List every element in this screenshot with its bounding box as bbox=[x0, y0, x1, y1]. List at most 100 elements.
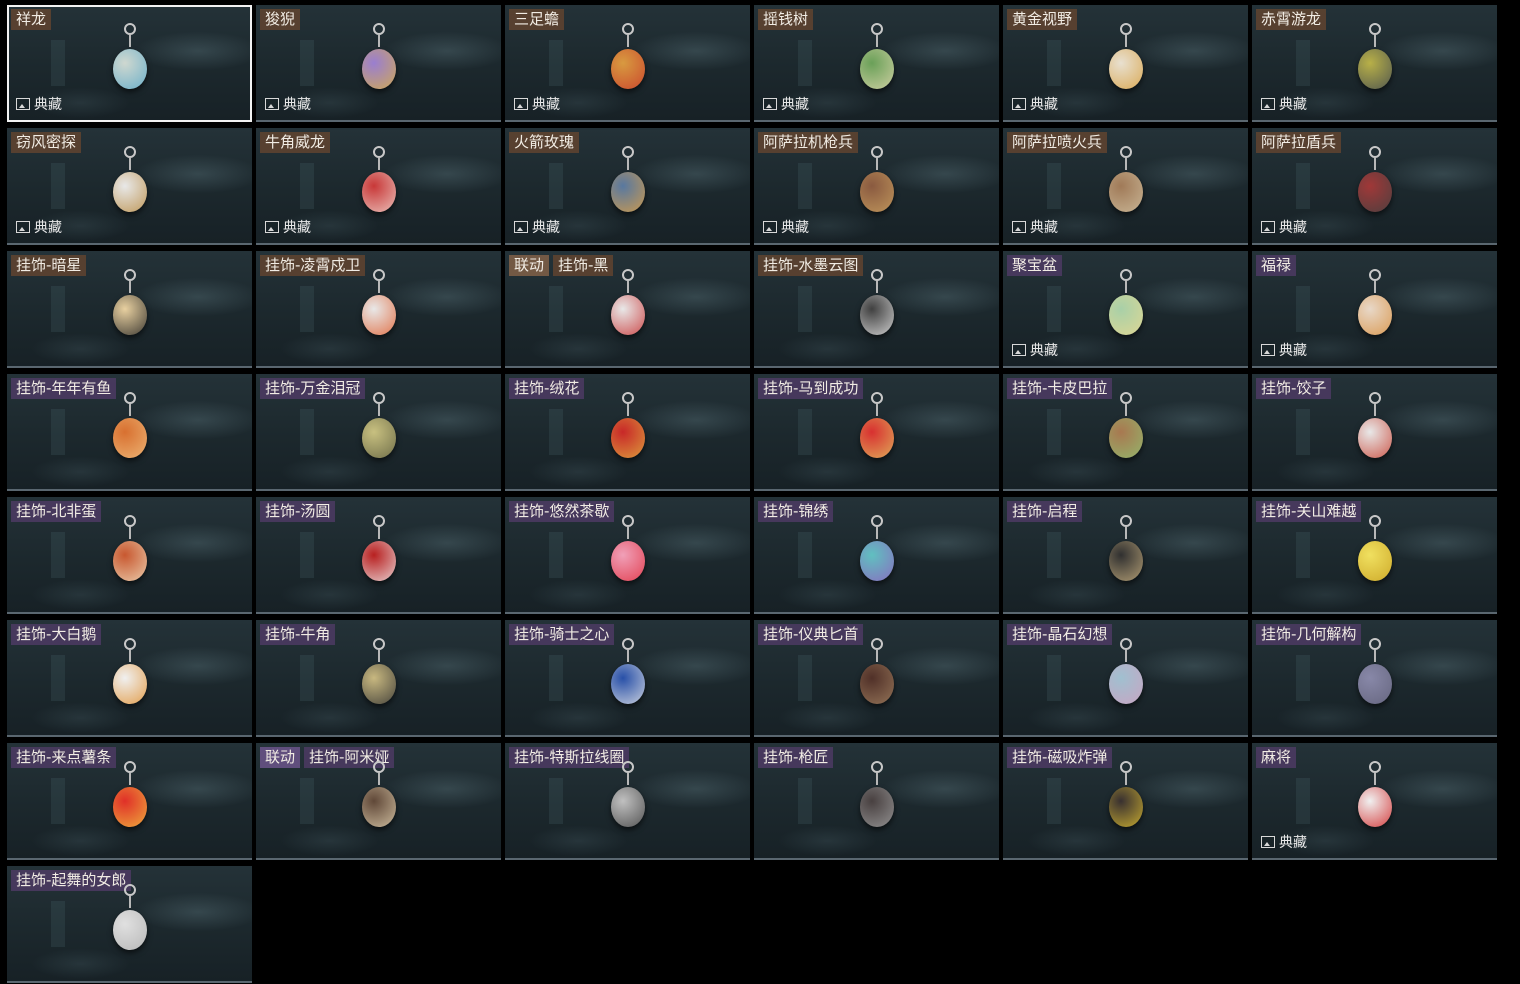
ornament-charm-image bbox=[847, 269, 907, 359]
ornament-charm-image bbox=[598, 392, 658, 482]
ornament-card[interactable]: 挂饰-晶石幻想 bbox=[1003, 620, 1248, 737]
background-decor bbox=[300, 285, 315, 332]
ornament-card[interactable]: 挂饰-北非蛋 bbox=[7, 497, 252, 614]
ornament-card[interactable]: 挂饰-水墨云图 bbox=[754, 251, 999, 368]
image-icon bbox=[265, 98, 279, 110]
ornament-name-row: 挂饰-牛角 bbox=[260, 624, 336, 645]
ornament-name: 挂饰-锦绣 bbox=[758, 501, 834, 522]
background-decor bbox=[549, 654, 564, 701]
ornament-card[interactable]: 窃风密探 典藏 bbox=[7, 128, 252, 245]
ornament-card[interactable]: 挂饰-凌霄戍卫 bbox=[256, 251, 501, 368]
ornament-name-row: 挂饰-汤圆 bbox=[260, 501, 336, 522]
ornament-card[interactable]: 挂饰-仪典匕首 bbox=[754, 620, 999, 737]
background-decor bbox=[300, 408, 315, 455]
ornament-charm-image bbox=[598, 515, 658, 605]
ornament-card[interactable]: 挂饰-悠然茶歇 bbox=[505, 497, 750, 614]
ornament-card[interactable]: 麻将 典藏 bbox=[1252, 743, 1497, 860]
ornament-card[interactable]: 三足蟾 典藏 bbox=[505, 5, 750, 122]
ornament-card[interactable]: 挂饰-关山难越 bbox=[1252, 497, 1497, 614]
ornament-card[interactable]: 狻猊典藏 bbox=[256, 5, 501, 122]
ornament-grid: 祥龙 典藏 狻猊 典藏 三足蟾 典藏 摇钱树 典藏 黄金视野 典藏 赤霄游龙 典藏 窃风密探 典藏 牛角威龙… bbox=[7, 5, 1500, 983]
ornament-card[interactable]: 联动 挂饰-黑 bbox=[505, 251, 750, 368]
ornament-card[interactable]: 挂饰-暗星 bbox=[7, 251, 252, 368]
collection-label: 典藏 bbox=[1279, 835, 1307, 851]
ornament-name: 祥龙 bbox=[11, 9, 52, 30]
ornament-card[interactable]: 挂饰-来点薯条 bbox=[7, 743, 252, 860]
background-decor bbox=[798, 408, 813, 455]
ornament-card[interactable]: 挂饰-绒花 bbox=[505, 374, 750, 491]
background-decor bbox=[798, 777, 813, 824]
collection-label: 典藏 bbox=[1030, 97, 1058, 113]
ring-icon bbox=[870, 23, 883, 35]
ornament-card[interactable]: 赤霄游龙 典藏 bbox=[1252, 5, 1497, 122]
ornament-card[interactable]: 聚宝盆 典藏 bbox=[1003, 251, 1248, 368]
collection-badge: 典藏 bbox=[1261, 217, 1307, 237]
ornament-charm-image bbox=[1345, 515, 1405, 605]
ornament-name-row: 狻猊 bbox=[260, 9, 301, 30]
ornament-card[interactable]: 挂饰-几何解构 bbox=[1252, 620, 1497, 737]
background-decor bbox=[300, 777, 315, 824]
ornament-card[interactable]: 挂饰-马到成功 bbox=[754, 374, 999, 491]
ornament-card[interactable]: 挂饰-卡皮巴拉 bbox=[1003, 374, 1248, 491]
background-decor bbox=[51, 285, 66, 332]
background-decor bbox=[1047, 408, 1062, 455]
charm-body bbox=[610, 49, 645, 89]
image-icon bbox=[514, 221, 528, 233]
ornament-card[interactable]: 阿萨拉盾兵典藏 bbox=[1252, 128, 1497, 245]
ornament-name-row: 挂饰-饺子 bbox=[1256, 378, 1332, 399]
ornament-card[interactable]: 摇钱树 典藏 bbox=[754, 5, 999, 122]
ornament-card[interactable]: 阿萨拉喷火兵 典藏 bbox=[1003, 128, 1248, 245]
ornament-card[interactable]: 祥龙 典藏 bbox=[7, 5, 252, 122]
charm-body bbox=[859, 787, 894, 827]
chain bbox=[1373, 650, 1376, 662]
background-decor bbox=[549, 777, 564, 824]
ring-icon bbox=[123, 515, 136, 527]
image-icon bbox=[763, 221, 777, 233]
ornament-name: 挂饰-启程 bbox=[1007, 501, 1083, 522]
ornament-card[interactable]: 挂饰-年年有鱼 bbox=[7, 374, 252, 491]
ornament-card[interactable]: 挂饰-饺子 bbox=[1252, 374, 1497, 491]
ornament-card[interactable]: 挂饰-牛角 bbox=[256, 620, 501, 737]
ornament-name-row: 窃风密探 bbox=[11, 132, 82, 153]
ornament-card[interactable]: 火箭玫瑰 典藏 bbox=[505, 128, 750, 245]
chain bbox=[875, 281, 878, 293]
ornament-card[interactable]: 联动 挂饰-阿米娅 bbox=[256, 743, 501, 860]
chain bbox=[377, 281, 380, 293]
ring-icon bbox=[123, 761, 136, 773]
ornament-card[interactable]: 挂饰-锦绣 bbox=[754, 497, 999, 614]
ornament-card[interactable]: 挂饰-磁吸炸弹 bbox=[1003, 743, 1248, 860]
charm-body bbox=[610, 295, 645, 335]
ornament-card[interactable]: 挂饰-启程 bbox=[1003, 497, 1248, 614]
ornament-card[interactable]: 挂饰-大白鹅 bbox=[7, 620, 252, 737]
ornament-card[interactable]: 牛角威龙 典藏 bbox=[256, 128, 501, 245]
ornament-card[interactable]: 挂饰-枪匠 bbox=[754, 743, 999, 860]
ornament-charm-image bbox=[349, 761, 409, 851]
ornament-card[interactable]: 阿萨拉机枪兵 典藏 bbox=[754, 128, 999, 245]
background-decor bbox=[1047, 39, 1062, 86]
ornament-card[interactable]: 黄金视野 典藏 bbox=[1003, 5, 1248, 122]
collection-label: 典藏 bbox=[283, 97, 311, 113]
ornament-name-row: 黄金视野 bbox=[1007, 9, 1078, 30]
ornament-name: 挂饰-饺子 bbox=[1256, 378, 1332, 399]
image-icon bbox=[265, 221, 279, 233]
ornament-name-row: 挂饰-绒花 bbox=[509, 378, 585, 399]
ornament-card[interactable]: 挂饰-特斯拉线圈 bbox=[505, 743, 750, 860]
ornament-name: 窃风密探 bbox=[11, 132, 82, 153]
chain bbox=[626, 35, 629, 47]
ornament-card[interactable]: 挂饰-汤圆 bbox=[256, 497, 501, 614]
ornament-card[interactable]: 福禄 典藏 bbox=[1252, 251, 1497, 368]
ornament-card[interactable]: 挂饰-骑士之心 bbox=[505, 620, 750, 737]
image-icon bbox=[16, 221, 30, 233]
ornament-name: 阿萨拉盾兵 bbox=[1256, 132, 1342, 153]
ornament-charm-image bbox=[1345, 23, 1405, 113]
charm-body bbox=[610, 664, 645, 704]
background-decor bbox=[549, 39, 564, 86]
ornament-card[interactable]: 挂饰-起舞的女郎 bbox=[7, 866, 252, 983]
ring-icon bbox=[1368, 515, 1381, 527]
ornament-charm-image bbox=[100, 515, 160, 605]
ornament-card[interactable]: 挂饰-万金泪冠 bbox=[256, 374, 501, 491]
ring-icon bbox=[1119, 638, 1132, 650]
collection-label: 典藏 bbox=[1279, 343, 1307, 359]
background-decor bbox=[1296, 654, 1311, 701]
background-decor bbox=[798, 654, 813, 701]
